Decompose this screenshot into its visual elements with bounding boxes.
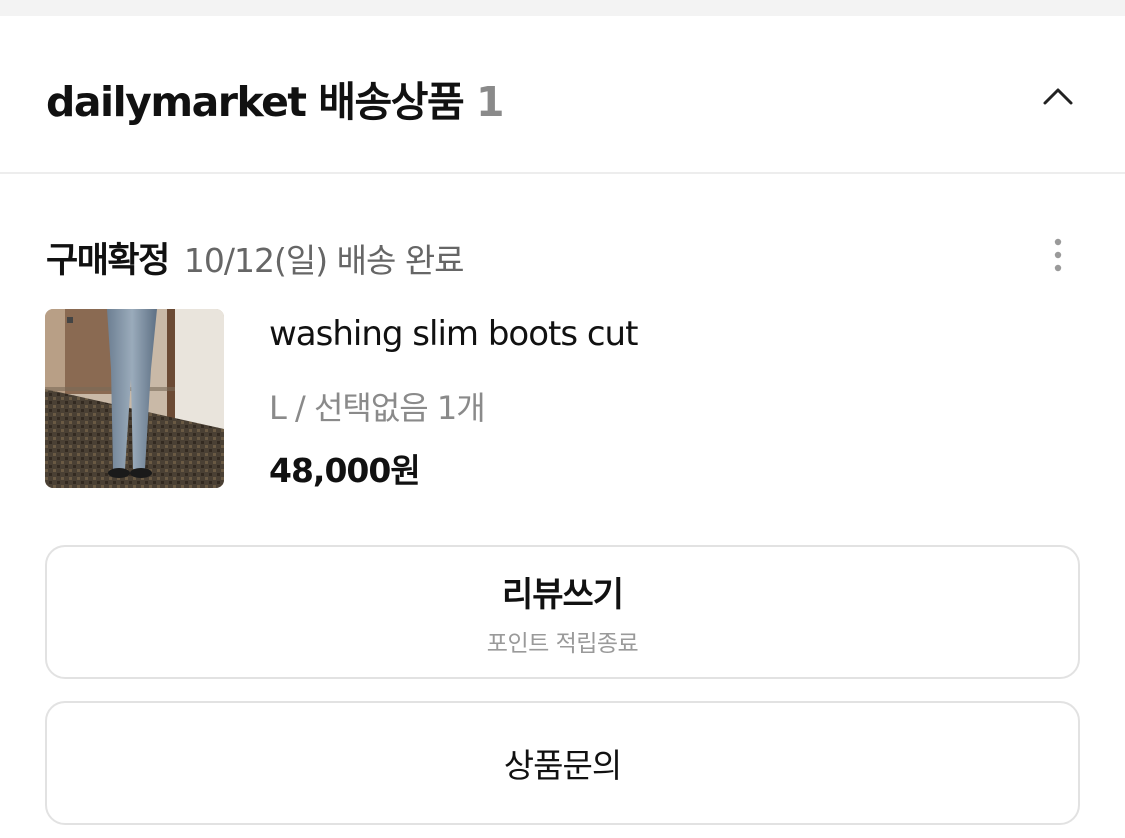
product-inquiry-button[interactable]: 상품문의 [45, 701, 1080, 825]
group-title: dailymarket 배송상품 1 [46, 68, 505, 128]
collapse-button[interactable] [1030, 74, 1086, 118]
product-price: 48,000원 [269, 451, 421, 490]
more-options-button[interactable] [1036, 232, 1080, 278]
delivery-info: 10/12(일) 배송 완료 [183, 241, 465, 280]
more-vertical-icon [1054, 238, 1062, 272]
top-divider-strip [0, 0, 1125, 16]
product-option: L / 선택없음 1개 [269, 389, 486, 427]
product-inquiry-label: 상품문의 [503, 746, 622, 785]
write-review-button[interactable]: 리뷰쓰기 포인트 적립종료 [45, 545, 1080, 679]
group-title-text: dailymarket 배송상품 [46, 78, 465, 126]
write-review-label: 리뷰쓰기 [501, 574, 624, 615]
product-thumbnail[interactable] [45, 309, 224, 488]
product-name[interactable]: washing slim boots cut [269, 314, 638, 354]
order-status-label: 구매확정 [46, 241, 170, 281]
group-item-count: 1 [475, 78, 505, 126]
shipping-group-header: dailymarket 배송상품 1 [0, 16, 1125, 174]
chevron-up-icon [1043, 88, 1073, 105]
jeans-photo [45, 309, 224, 488]
order-status-row: 구매확정 10/12(일) 배송 완료 [46, 232, 465, 281]
review-point-note: 포인트 적립종료 [486, 630, 639, 657]
